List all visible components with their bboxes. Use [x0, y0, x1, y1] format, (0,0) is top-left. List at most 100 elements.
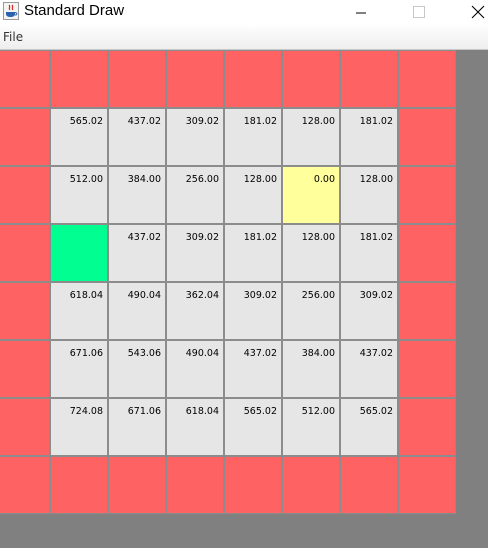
- free-cell: 543.06: [108, 340, 166, 398]
- cell-cost-label: 490.04: [127, 290, 161, 301]
- wall-cell: [340, 50, 398, 108]
- free-cell: 128.00: [224, 166, 282, 224]
- free-cell: 512.00: [50, 166, 108, 224]
- cell-cost-label: 309.02: [359, 290, 393, 301]
- cell-cost-label: 181.02: [359, 116, 393, 127]
- cell-cost-label: 384.00: [127, 174, 161, 185]
- free-cell: 256.00: [166, 166, 224, 224]
- title-bar[interactable]: Standard Draw: [0, 0, 488, 24]
- cell-cost-label: 384.00: [301, 348, 335, 359]
- cell-cost-label: 565.02: [359, 406, 393, 417]
- wall-cell: [282, 50, 340, 108]
- wall-cell: [0, 282, 50, 340]
- cell-cost-label: 128.00: [243, 174, 277, 185]
- wall-cell: [398, 108, 456, 166]
- free-cell: 384.00: [108, 166, 166, 224]
- free-cell: 671.06: [108, 398, 166, 456]
- cell-cost-label: 671.06: [127, 406, 161, 417]
- free-cell: 437.02: [108, 224, 166, 282]
- cell-cost-label: 565.02: [69, 116, 103, 127]
- cell-cost-label: 362.04: [185, 290, 219, 301]
- cell-cost-label: 128.00: [359, 174, 393, 185]
- free-cell: 437.02: [224, 340, 282, 398]
- wall-cell: [0, 398, 50, 456]
- wall-cell: [398, 166, 456, 224]
- free-cell: 309.02: [224, 282, 282, 340]
- menu-file[interactable]: File: [3, 30, 23, 44]
- wall-cell: [50, 50, 108, 108]
- cell-cost-label: 543.06: [127, 348, 161, 359]
- wall-cell: [398, 340, 456, 398]
- cell-cost-label: 724.08: [69, 406, 103, 417]
- wall-cell: [0, 166, 50, 224]
- cell-cost-label: 437.02: [127, 116, 161, 127]
- wall-cell: [224, 50, 282, 108]
- cell-cost-label: 490.04: [185, 348, 219, 359]
- wall-cell: [224, 456, 282, 514]
- cell-cost-label: 128.00: [301, 116, 335, 127]
- window-title: Standard Draw: [24, 2, 125, 19]
- free-cell: 181.02: [224, 108, 282, 166]
- menu-bar: File: [0, 24, 488, 50]
- wall-cell: [0, 108, 50, 166]
- wall-cell: [0, 50, 50, 108]
- cell-cost-label: 565.02: [243, 406, 277, 417]
- free-cell: 437.02: [340, 340, 398, 398]
- close-button[interactable]: [455, 0, 488, 24]
- wall-cell: [398, 50, 456, 108]
- free-cell: 565.02: [340, 398, 398, 456]
- wall-cell: [0, 456, 50, 514]
- start-cell: [50, 224, 108, 282]
- maximize-button[interactable]: [396, 0, 442, 24]
- minimize-icon: [356, 12, 366, 14]
- java-coffee-cup-icon[interactable]: [3, 2, 19, 20]
- free-cell: 309.02: [166, 224, 224, 282]
- maximize-icon: [413, 6, 425, 18]
- cell-cost-label: 671.06: [69, 348, 103, 359]
- cell-cost-label: 512.00: [69, 174, 103, 185]
- wall-cell: [340, 456, 398, 514]
- free-cell: 671.06: [50, 340, 108, 398]
- wall-cell: [50, 456, 108, 514]
- cell-cost-label: 618.04: [69, 290, 103, 301]
- free-cell: 181.02: [224, 224, 282, 282]
- cell-cost-label: 256.00: [301, 290, 335, 301]
- cell-cost-label: 437.02: [243, 348, 277, 359]
- free-cell: 128.00: [282, 108, 340, 166]
- free-cell: 362.04: [166, 282, 224, 340]
- wall-cell: [282, 456, 340, 514]
- wall-cell: [398, 398, 456, 456]
- free-cell: 490.04: [166, 340, 224, 398]
- cell-cost-label: 437.02: [127, 232, 161, 243]
- cell-cost-label: 618.04: [185, 406, 219, 417]
- free-cell: 128.00: [282, 224, 340, 282]
- free-cell: 618.04: [166, 398, 224, 456]
- free-cell: 128.00: [340, 166, 398, 224]
- wall-cell: [398, 224, 456, 282]
- close-icon: [471, 5, 485, 19]
- free-cell: 309.02: [340, 282, 398, 340]
- free-cell: 565.02: [50, 108, 108, 166]
- cell-cost-label: 181.02: [243, 116, 277, 127]
- free-cell: 437.02: [108, 108, 166, 166]
- free-cell: 724.08: [50, 398, 108, 456]
- cell-cost-label: 181.02: [359, 232, 393, 243]
- free-cell: 309.02: [166, 108, 224, 166]
- cell-cost-label: 309.02: [243, 290, 277, 301]
- wall-cell: [166, 50, 224, 108]
- cell-cost-label: 256.00: [185, 174, 219, 185]
- cell-cost-label: 181.02: [243, 232, 277, 243]
- minimize-button[interactable]: [338, 0, 384, 24]
- wall-cell: [398, 456, 456, 514]
- wall-cell: [108, 50, 166, 108]
- free-cell: 181.02: [340, 108, 398, 166]
- wall-cell: [0, 340, 50, 398]
- free-cell: 256.00: [282, 282, 340, 340]
- wall-cell: [166, 456, 224, 514]
- cell-cost-label: 0.00: [313, 174, 335, 185]
- drawing-canvas[interactable]: 565.02 437.02 309.02 181.02 128.00 181.02 512.…: [0, 50, 488, 548]
- free-cell: 512.00: [282, 398, 340, 456]
- cell-cost-label: 128.00: [301, 232, 335, 243]
- free-cell: 490.04: [108, 282, 166, 340]
- free-cell: 618.04: [50, 282, 108, 340]
